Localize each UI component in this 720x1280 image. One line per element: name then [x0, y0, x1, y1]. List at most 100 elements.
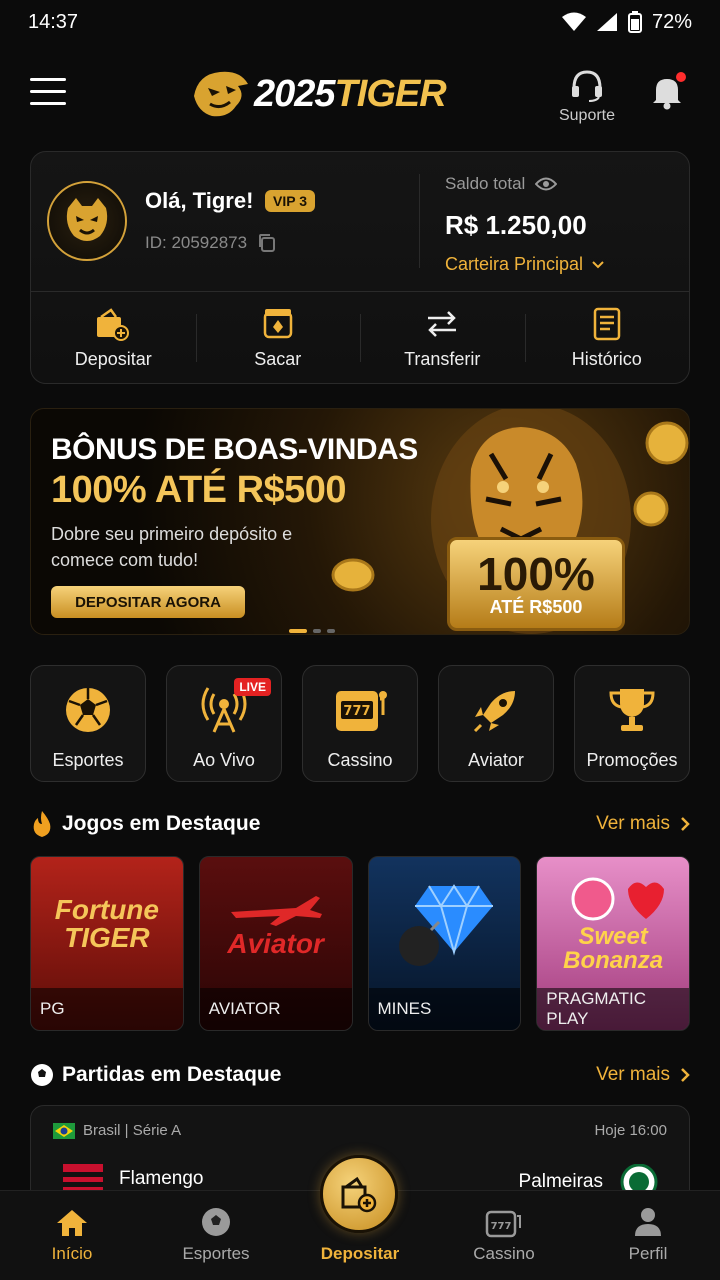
category-live-label: Ao Vivo	[193, 750, 255, 770]
category-sports[interactable]: Esportes	[30, 665, 146, 782]
user-id-text: ID: 20592873	[145, 233, 248, 252]
transfer-label: Transferir	[404, 348, 481, 369]
history-label: Histórico	[571, 348, 642, 369]
account-actions: Depositar Sacar Transferir Histórico	[31, 292, 689, 384]
history-icon	[593, 307, 620, 340]
category-aviator[interactable]: Aviator	[438, 665, 554, 782]
game-artwork: Sweet Bonanza	[537, 857, 689, 990]
wallet-plus-icon	[341, 1176, 377, 1213]
deposit-action[interactable]: Depositar	[31, 292, 196, 384]
game-card-fortune-tiger[interactable]: Fortune TIGER PG	[30, 856, 184, 1031]
live-badge: LIVE	[234, 678, 271, 696]
game-art-title: Sweet Bonanza	[563, 922, 664, 974]
chevron-right-icon	[681, 817, 690, 831]
tiger-avatar-icon	[66, 198, 108, 241]
featured-matches-see-more[interactable]: Ver mais	[596, 1064, 690, 1086]
chevron-right-icon	[681, 1068, 690, 1082]
category-list: Esportes LIVE Ao Vivo 777 Cassino Aviato…	[30, 665, 690, 782]
nav-casino-label: Cassino	[473, 1244, 535, 1263]
svg-text:777: 777	[491, 1221, 512, 1232]
banner-title: BÔNUS DE BOAS-VINDAS	[51, 433, 418, 466]
user-icon	[635, 1208, 661, 1236]
nav-sports[interactable]: Esportes	[144, 1191, 288, 1280]
withdraw-label: Sacar	[254, 348, 302, 369]
transfer-action[interactable]: Transferir	[360, 292, 525, 384]
svg-text:777: 777	[343, 704, 370, 719]
airplane-icon	[230, 895, 322, 926]
notifications-button[interactable]	[650, 72, 686, 110]
withdraw-action[interactable]: Sacar	[195, 292, 361, 384]
card-divider	[419, 174, 420, 268]
game-provider: PG	[31, 988, 183, 1030]
battery-icon	[627, 11, 642, 33]
wallet-label: Carteira Principal	[445, 254, 584, 274]
category-promotions[interactable]: Promoções	[574, 665, 690, 782]
balance-value: R$ 1.250,00	[445, 210, 587, 240]
promo-banner[interactable]: BÔNUS DE BOAS-VINDAS 100% ATÉ R$500 Dobr…	[30, 408, 690, 635]
wallet-plus-icon	[97, 307, 130, 341]
app-header: 2025TIGER Suporte	[0, 56, 720, 132]
game-card-aviator[interactable]: Aviator AVIATOR	[198, 856, 353, 1031]
soccer-ball-icon	[202, 1208, 230, 1236]
category-casino-label: Cassino	[327, 750, 393, 770]
logo-text-number: 2025	[254, 72, 336, 115]
carousel-dots[interactable]	[289, 629, 335, 633]
menu-button[interactable]	[30, 78, 66, 108]
deposit-fab-button[interactable]	[320, 1155, 398, 1233]
category-live[interactable]: LIVE Ao Vivo	[166, 665, 282, 782]
vip-badge[interactable]: VIP 3	[265, 190, 315, 212]
featured-games-title: Jogos em Destaque	[62, 812, 261, 835]
history-action[interactable]: Histórico	[524, 292, 690, 384]
chevron-down-icon	[592, 260, 604, 268]
nav-home-label: Início	[51, 1244, 93, 1263]
signal-icon	[596, 13, 617, 31]
support-label: Suporte	[558, 107, 616, 124]
game-art-title: Aviator	[227, 927, 324, 959]
nav-home[interactable]: Início	[0, 1191, 144, 1280]
game-card-mines[interactable]: MINES	[367, 856, 522, 1031]
diamond-icon	[399, 883, 494, 966]
bonus-ticket: 100% ATÉ R$500	[447, 537, 625, 631]
game-provider: PRAGMATIC PLAY	[537, 988, 689, 1030]
nav-casino[interactable]: 777 Cassino	[432, 1191, 576, 1280]
category-sports-label: Esportes	[52, 750, 124, 770]
wallet-selector[interactable]: Carteira Principal	[445, 254, 605, 275]
deposit-now-button[interactable]: DEPOSITAR AGORA	[51, 586, 245, 618]
game-card-sweet-bonanza[interactable]: Sweet Bonanza PRAGMATIC PLAY	[536, 856, 690, 1031]
featured-games-header: Jogos em Destaque Ver mais	[30, 808, 690, 840]
eye-icon[interactable]	[535, 177, 558, 191]
featured-games-list: Fortune TIGER PG Aviator AVIATOR MINES S…	[30, 856, 690, 1031]
nav-profile[interactable]: Perfil	[576, 1191, 720, 1280]
coin-icon	[331, 558, 375, 592]
candy-icon	[571, 877, 665, 920]
ticket-percent: 100%	[477, 547, 595, 600]
brazil-flag-icon	[53, 1122, 75, 1139]
match-league: Brasil | Série A	[53, 1122, 181, 1139]
banner-highlight: 100% ATÉ R$500	[51, 469, 347, 511]
category-casino[interactable]: 777 Cassino	[302, 665, 418, 782]
featured-games-see-more[interactable]: Ver mais	[596, 813, 690, 835]
status-bar: 14:37 72%	[0, 0, 720, 44]
withdraw-icon	[263, 308, 292, 338]
notification-dot	[676, 72, 686, 82]
soccer-ball-icon	[66, 688, 110, 732]
slot-machine-icon: 777	[485, 1210, 521, 1238]
battery-percent: 72%	[651, 10, 692, 33]
rocket-icon	[473, 691, 515, 733]
app-logo[interactable]: 2025TIGER	[190, 62, 447, 126]
support-button[interactable]: Suporte	[552, 68, 622, 125]
soccer-ball-icon	[31, 1064, 53, 1086]
wifi-icon	[561, 12, 586, 31]
home-icon	[57, 1210, 87, 1236]
game-art-title: Fortune TIGER	[54, 893, 159, 953]
featured-matches-header: Partidas em Destaque Ver mais	[30, 1059, 690, 1091]
copy-icon[interactable]	[257, 233, 277, 253]
headset-icon	[572, 70, 602, 102]
banner-text: Dobre seu primeiro depósito e comece com…	[51, 524, 293, 570]
nav-deposit-label: Depositar	[320, 1244, 400, 1263]
see-more-label: Ver mais	[596, 1064, 670, 1085]
account-card: Olá, Tigre! VIP 3 ID: 20592873 Saldo tot…	[30, 151, 690, 384]
logo-text-word: TIGER	[334, 72, 447, 115]
avatar[interactable]	[47, 181, 127, 261]
tiger-logo-icon	[194, 71, 248, 117]
